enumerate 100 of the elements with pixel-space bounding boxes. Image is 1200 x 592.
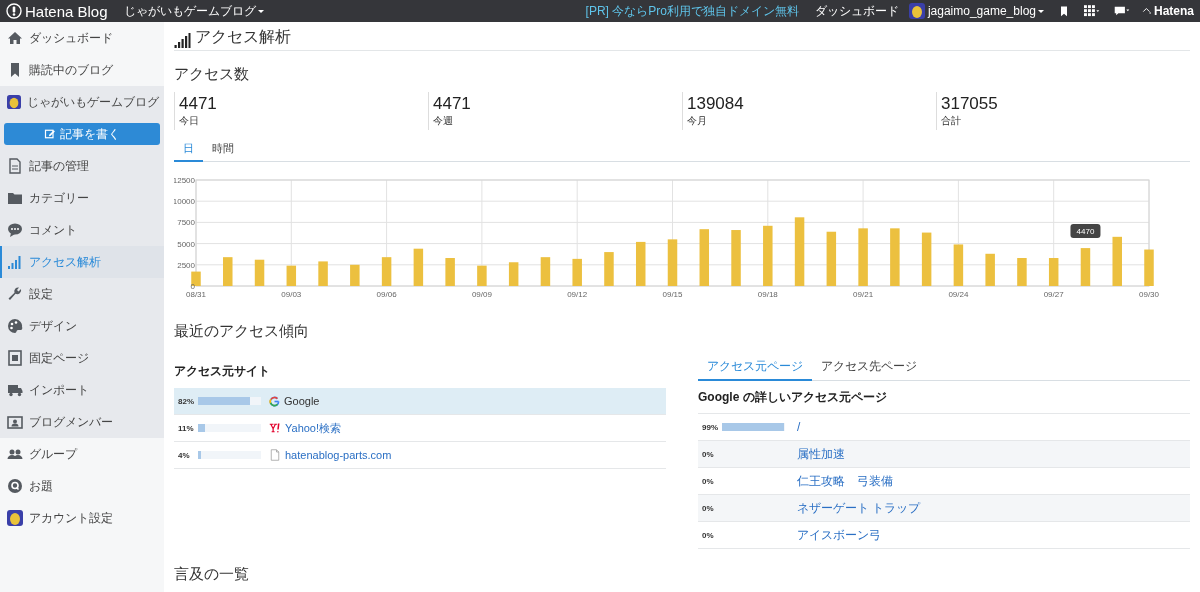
sidebar-item[interactable]: お題 [0, 470, 164, 502]
bar [540, 257, 551, 286]
x-axis-label: 09/06 [376, 290, 397, 299]
bar [763, 225, 773, 286]
blog-menu[interactable]: じゃがいもゲームブログ [123, 2, 264, 20]
sidebar-item[interactable]: 設定 [0, 278, 164, 310]
document-icon [269, 449, 281, 461]
q-circle-icon [7, 478, 23, 494]
sidebar-item[interactable]: 固定ページ [0, 342, 164, 374]
bar [890, 228, 900, 286]
page-link[interactable]: 属性加速 [797, 445, 845, 463]
y-axis-label: 10000 [174, 197, 195, 207]
y-axis-label: 7500 [177, 218, 195, 228]
sidebar-item[interactable]: 購読中のブログ [0, 54, 164, 86]
tab[interactable]: アクセス先ページ [812, 355, 926, 381]
bar [223, 257, 233, 286]
dashboard-link[interactable]: ダッシュボード [814, 2, 899, 20]
bar [286, 265, 297, 286]
bar [572, 258, 582, 286]
edit-icon [44, 128, 56, 140]
bar [858, 228, 868, 286]
bar [667, 239, 678, 286]
sidebar-item[interactable]: コメント [0, 214, 164, 246]
bar [953, 244, 964, 286]
stat-label: 今日 [179, 114, 200, 128]
bar [381, 257, 392, 286]
percent-text: 82% [177, 396, 195, 406]
y-axis-label: 5000 [177, 239, 195, 249]
page-link[interactable]: / [797, 420, 801, 434]
bar [794, 217, 805, 286]
sidebar-item[interactable]: じゃがいもゲームブログ [0, 86, 164, 118]
x-axis-label: 09/27 [1043, 290, 1064, 299]
x-axis-label: 09/18 [757, 290, 778, 299]
signal-bars-icon [7, 254, 23, 270]
source-link[interactable]: Google [284, 395, 320, 407]
bar [477, 265, 487, 286]
tab[interactable]: 日 [174, 138, 203, 162]
bar [350, 264, 360, 286]
x-axis-label: 08/31 [186, 290, 206, 299]
page-link[interactable]: ネザーゲート トラップ [797, 499, 921, 517]
source-row[interactable]: 82% Google [174, 388, 666, 415]
bar [254, 259, 265, 286]
section-title: 言及の一覧 [174, 565, 250, 584]
sidebar-item[interactable]: デザイン [0, 310, 164, 342]
table-title: Google の詳しいアクセス元ページ [698, 389, 888, 406]
section-title: アクセス数 [174, 65, 250, 84]
wrench-icon [7, 286, 23, 302]
percent-text: 0% [701, 476, 715, 486]
bookmark-icon [1058, 5, 1070, 17]
write-post-button[interactable]: 記事を書く [4, 123, 160, 145]
bar [318, 261, 328, 286]
bar [1017, 258, 1027, 286]
bar [445, 258, 455, 286]
signal-bars-icon [174, 33, 191, 48]
bar [985, 253, 995, 286]
sidebar-item[interactable]: ブログメンバー [0, 406, 164, 438]
promo-link[interactable]: [PR] 今ならPro利用で独自ドメイン無料 [585, 2, 799, 20]
source-row[interactable]: 4% hatenablog-parts.com [174, 442, 666, 469]
bar [508, 262, 519, 286]
hatena-brand-text[interactable]: Hatena [1154, 4, 1194, 18]
stat-label: 今月 [687, 114, 708, 128]
x-axis-label: 09/24 [948, 290, 969, 299]
chart-tooltip: 4470 [1070, 224, 1101, 239]
x-axis-label: 09/15 [662, 290, 683, 299]
sidebar-item[interactable]: グループ [0, 438, 164, 470]
x-axis-label: 09/09 [471, 290, 492, 299]
avatar-icon [7, 510, 23, 526]
bar [731, 230, 741, 286]
percent-text: 99% [701, 422, 719, 432]
sidebar-item[interactable]: 記事の管理 [0, 150, 164, 182]
percent-text: 0% [701, 530, 715, 540]
speech-bubble-icon [7, 222, 23, 238]
logo-text[interactable]: Hatena Blog [25, 2, 108, 20]
bar [191, 271, 201, 286]
user-menu[interactable]: jagaimo_game_blog [927, 4, 1044, 18]
section-title: 最近のアクセス傾向 [174, 322, 310, 341]
tab[interactable]: 時間 [203, 138, 243, 162]
tab[interactable]: アクセス元ページ [698, 355, 812, 381]
stat-value: 4471 [179, 94, 218, 114]
bar [699, 229, 709, 286]
bar [1080, 248, 1091, 286]
g-logo-icon [269, 395, 280, 407]
page-link[interactable]: アイスボーン弓 [797, 526, 881, 544]
document-icon [7, 158, 23, 174]
annotation: 4470 [1076, 227, 1095, 237]
y-axis-label: 2500 [177, 260, 195, 270]
source-link[interactable]: hatenablog-parts.com [285, 449, 392, 461]
truck-icon [7, 382, 23, 398]
sidebar-item[interactable]: アカウント設定 [0, 502, 164, 534]
avatar-icon [7, 94, 21, 110]
sidebar-item[interactable]: インポート [0, 374, 164, 406]
bar [1112, 236, 1122, 286]
sidebar-item[interactable]: カテゴリー [0, 182, 164, 214]
source-link[interactable]: Yahoo!検索 [285, 420, 342, 436]
source-row[interactable]: 11% Yahoo!検索 [174, 415, 666, 442]
page-link[interactable]: 仁王攻略 弓装備 [797, 472, 893, 490]
folder-icon [7, 190, 23, 206]
y-axis-label: 0 [190, 282, 195, 291]
percent-text: 11% [177, 423, 195, 433]
sidebar-item[interactable]: ダッシュボード [0, 22, 164, 54]
